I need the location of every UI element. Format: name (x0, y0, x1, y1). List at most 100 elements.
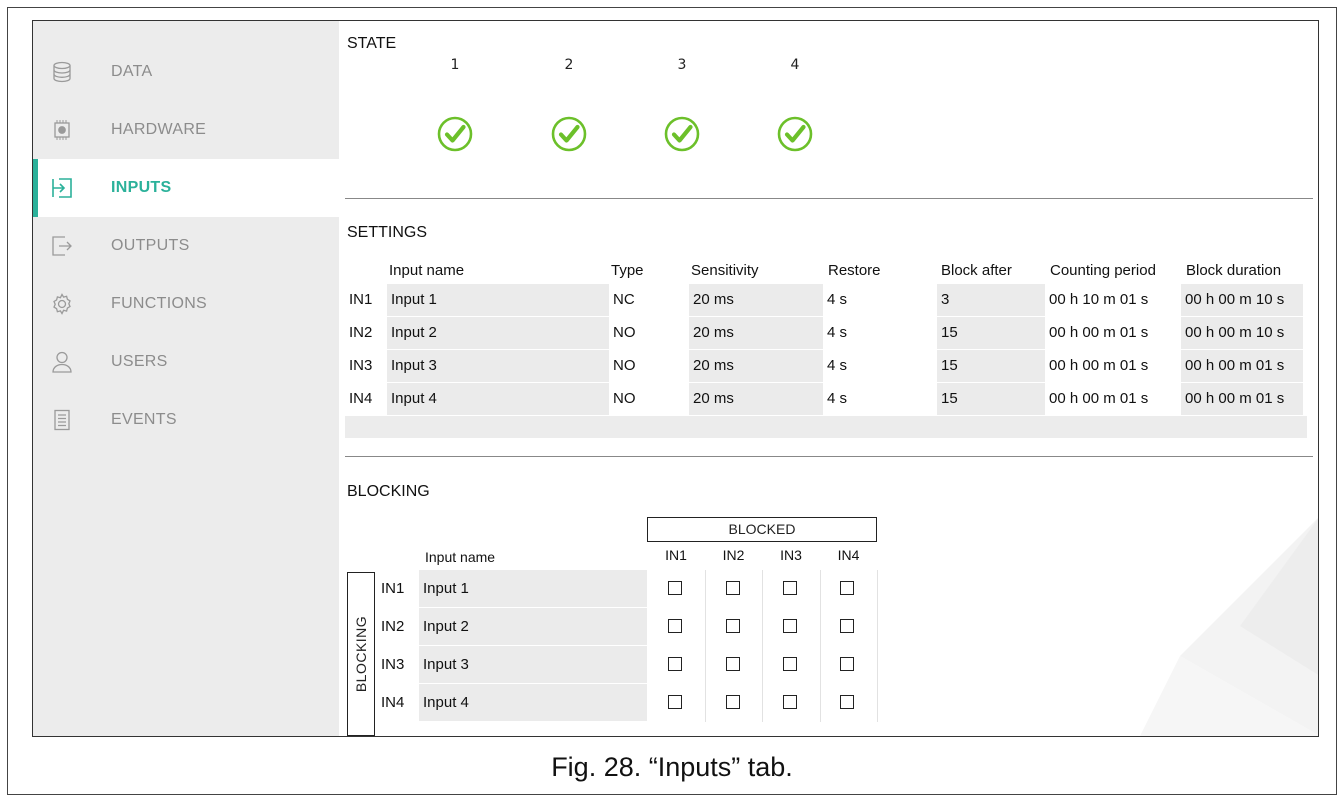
column-header: Block after (941, 262, 1012, 279)
user-icon (51, 351, 73, 373)
sidebar-item-inputs[interactable]: INPUTS (33, 159, 339, 217)
row-id: IN2 (345, 317, 387, 349)
blocked-header-label: BLOCKED (728, 521, 796, 537)
table-row: IN3 Input 3 NO 20 ms 4 s 15 00 h 00 m 01… (345, 350, 1303, 383)
block-checkbox[interactable] (783, 581, 797, 595)
sidebar: DATA HARDWARE INPUTS OUTPUTS FUNCTIONS U… (33, 21, 339, 736)
column-header: IN2 (722, 547, 745, 563)
block-duration-cell[interactable]: 00 h 00 m 01 s (1181, 383, 1303, 415)
database-icon (51, 61, 73, 83)
divider (345, 198, 1313, 199)
blocking-side-label: BLOCKING (353, 615, 369, 693)
table-row: IN1 Input 1 NC 20 ms 4 s 3 00 h 10 m 01 … (345, 284, 1303, 317)
sidebar-item-users[interactable]: USERS (33, 333, 339, 391)
input-name-cell[interactable]: Input 3 (387, 350, 609, 382)
restore-cell[interactable]: 4 s (823, 284, 937, 316)
column-header: IN1 (665, 547, 687, 563)
block-checkbox[interactable] (840, 695, 854, 709)
type-cell[interactable]: NC (609, 284, 689, 316)
sensitivity-cell[interactable]: 20 ms (689, 350, 823, 382)
document-icon (51, 409, 73, 431)
block-checkbox[interactable] (668, 657, 682, 671)
block-checkbox[interactable] (668, 695, 682, 709)
table-row: IN3 Input 3 (377, 646, 877, 683)
column-separator (820, 570, 821, 722)
sidebar-item-label: OUTPUTS (111, 237, 190, 254)
table-row: IN4 Input 4 NO 20 ms 4 s 15 00 h 00 m 01… (345, 383, 1303, 416)
sensitivity-cell[interactable]: 20 ms (689, 317, 823, 349)
column-header: Restore (828, 262, 881, 279)
sidebar-item-data[interactable]: DATA (33, 43, 339, 101)
restore-cell[interactable]: 4 s (823, 383, 937, 415)
type-cell[interactable]: NO (609, 317, 689, 349)
block-after-cell[interactable]: 3 (937, 284, 1045, 316)
sidebar-item-label: USERS (111, 353, 168, 370)
block-checkbox[interactable] (783, 619, 797, 633)
column-header: IN4 (837, 547, 860, 563)
row-id: IN1 (345, 284, 387, 316)
block-checkbox[interactable] (668, 619, 682, 633)
counting-period-cell[interactable]: 00 h 00 m 01 s (1045, 350, 1181, 382)
sidebar-item-label: DATA (111, 63, 153, 80)
block-after-cell[interactable]: 15 (937, 383, 1045, 415)
blocking-side-label-box: BLOCKING (347, 572, 375, 736)
block-checkbox[interactable] (783, 657, 797, 671)
column-separator (705, 570, 706, 722)
figure-caption: Fig. 28. “Inputs” tab. (551, 752, 793, 782)
block-duration-cell[interactable]: 00 h 00 m 10 s (1181, 317, 1303, 349)
counting-period-cell[interactable]: 00 h 00 m 01 s (1045, 383, 1181, 415)
sidebar-item-functions[interactable]: FUNCTIONS (33, 275, 339, 333)
gear-icon (51, 293, 73, 315)
block-after-cell[interactable]: 15 (937, 350, 1045, 382)
counting-period-cell[interactable]: 00 h 10 m 01 s (1045, 284, 1181, 316)
sensitivity-cell[interactable]: 20 ms (689, 284, 823, 316)
app-window: DATA HARDWARE INPUTS OUTPUTS FUNCTIONS U… (32, 20, 1319, 737)
sidebar-item-events[interactable]: EVENTS (33, 391, 339, 449)
input-name-cell: Input 3 (419, 646, 647, 683)
block-checkbox[interactable] (840, 657, 854, 671)
row-id: IN1 (381, 580, 405, 597)
row-id: IN4 (345, 383, 387, 415)
state-input-number: 1 (450, 57, 460, 73)
column-header: Input name (389, 262, 465, 279)
table-footer (345, 416, 1307, 438)
table-row: IN4 Input 4 (377, 684, 877, 721)
block-checkbox[interactable] (840, 581, 854, 595)
sidebar-item-hardware[interactable]: HARDWARE (33, 101, 339, 159)
block-checkbox[interactable] (668, 581, 682, 595)
input-name-cell[interactable]: Input 1 (387, 284, 609, 316)
row-id: IN3 (345, 350, 387, 382)
block-after-cell[interactable]: 15 (937, 317, 1045, 349)
block-duration-cell[interactable]: 00 h 00 m 10 s (1181, 284, 1303, 316)
input-name-cell: Input 2 (419, 608, 647, 645)
block-checkbox[interactable] (726, 695, 740, 709)
state-input-number: 2 (564, 57, 574, 73)
state-ok-icon (777, 116, 813, 152)
block-checkbox[interactable] (840, 619, 854, 633)
block-checkbox[interactable] (726, 619, 740, 633)
block-checkbox[interactable] (783, 695, 797, 709)
main-panel: STATE 1 2 3 4 SETTINGS Input name Type S… (339, 21, 1318, 736)
state-ok-icon (664, 116, 700, 152)
chip-icon (51, 119, 73, 141)
restore-cell[interactable]: 4 s (823, 317, 937, 349)
counting-period-cell[interactable]: 00 h 00 m 01 s (1045, 317, 1181, 349)
table-row: IN2 Input 2 NO 20 ms 4 s 15 00 h 00 m 01… (345, 317, 1303, 350)
sidebar-item-label: INPUTS (111, 179, 172, 196)
type-cell[interactable]: NO (609, 383, 689, 415)
restore-cell[interactable]: 4 s (823, 350, 937, 382)
row-id: IN4 (381, 694, 405, 711)
type-cell[interactable]: NO (609, 350, 689, 382)
sidebar-item-outputs[interactable]: OUTPUTS (33, 217, 339, 275)
row-id: IN3 (381, 656, 405, 673)
block-duration-cell[interactable]: 00 h 00 m 01 s (1181, 350, 1303, 382)
input-name-cell[interactable]: Input 2 (387, 317, 609, 349)
column-header: IN3 (780, 547, 802, 563)
sensitivity-cell[interactable]: 20 ms (689, 383, 823, 415)
input-name-cell[interactable]: Input 4 (387, 383, 609, 415)
block-checkbox[interactable] (726, 581, 740, 595)
divider (345, 456, 1313, 457)
block-checkbox[interactable] (726, 657, 740, 671)
column-header: Type (611, 262, 644, 279)
input-name-cell: Input 1 (419, 570, 647, 607)
